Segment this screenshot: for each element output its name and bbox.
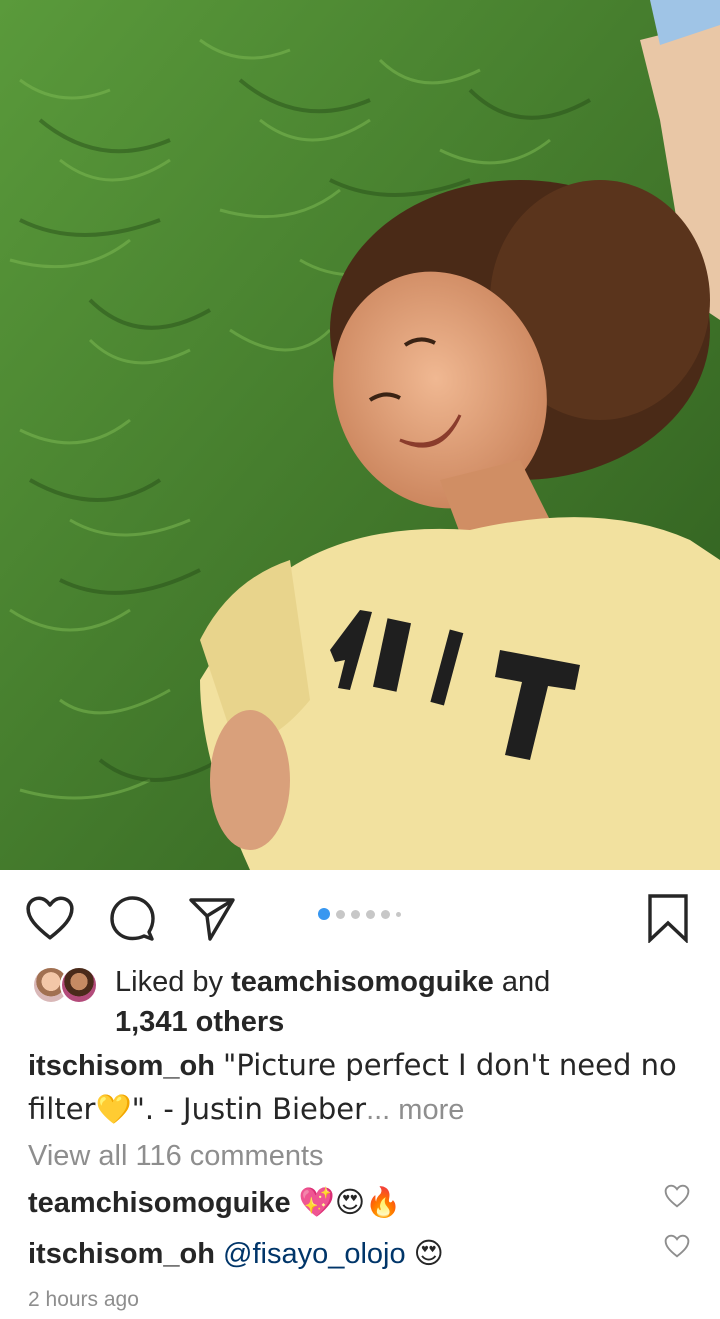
- comment-item: itschisom_oh @fisayo_olojo 😍: [28, 1233, 668, 1274]
- share-button[interactable]: [186, 892, 238, 944]
- comment-username[interactable]: teamchisomoguike: [28, 1187, 291, 1219]
- likes-prefix: Liked by: [115, 966, 224, 998]
- save-button[interactable]: [642, 892, 694, 944]
- likes-connector: and: [501, 966, 551, 998]
- comment-text: 💖😍🔥: [298, 1185, 402, 1219]
- bookmark-icon: [648, 894, 688, 943]
- like-button[interactable]: [24, 892, 76, 944]
- paper-plane-icon: [189, 898, 235, 941]
- post-caption: itschisom_oh "Picture perfect I don't ne…: [28, 1044, 688, 1132]
- post-photo[interactable]: [0, 0, 720, 870]
- comment-text: 😍: [413, 1236, 444, 1270]
- comment-mention[interactable]: @fisayo_olojo: [223, 1238, 406, 1270]
- heart-outline-icon: [26, 896, 74, 940]
- likes-text[interactable]: Liked by teamchisomoguike and 1,341 othe…: [115, 962, 705, 1042]
- comment-item: teamchisomoguike 💖😍🔥: [28, 1182, 668, 1223]
- carousel-dot: [351, 909, 360, 919]
- carousel-indicator: [318, 908, 401, 920]
- carousel-dot-active: [318, 908, 330, 920]
- carousel-dot: [396, 911, 401, 917]
- caption-more-link[interactable]: ... more: [366, 1094, 464, 1126]
- avatar: [60, 966, 98, 1004]
- comment-like-heart-icon[interactable]: [664, 1183, 690, 1209]
- comment-bubble-icon: [110, 896, 155, 941]
- liker-username[interactable]: teamchisomoguike: [231, 966, 494, 998]
- carousel-dot: [366, 909, 375, 919]
- caption-username[interactable]: itschisom_oh: [28, 1050, 215, 1082]
- liker-avatars[interactable]: [32, 966, 102, 1006]
- carousel-dot: [336, 909, 345, 919]
- post-timestamp: 2 hours ago: [28, 1288, 139, 1311]
- comment-username[interactable]: itschisom_oh: [28, 1238, 215, 1270]
- view-all-comments-link[interactable]: View all 116 comments: [28, 1136, 324, 1176]
- comment-like-heart-icon[interactable]: [664, 1233, 690, 1259]
- carousel-dot: [381, 909, 390, 919]
- comment-button[interactable]: [106, 892, 158, 944]
- likes-others-count[interactable]: 1,341 others: [115, 1006, 284, 1038]
- post-photo-art: [0, 0, 720, 870]
